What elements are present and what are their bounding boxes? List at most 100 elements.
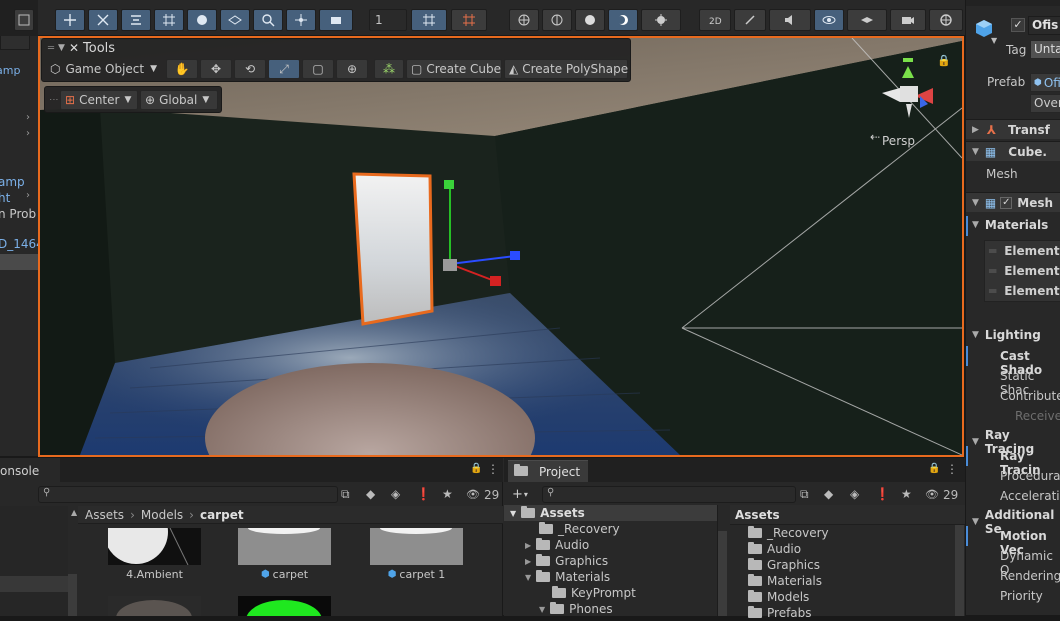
filter-label-icon[interactable]: ◆ [824, 487, 833, 501]
tree-item[interactable]: ▶ Graphics [504, 553, 717, 569]
hierarchy-item[interactable]: ht [0, 191, 10, 205]
grid-tool-icon[interactable] [154, 9, 184, 31]
tag-dropdown[interactable]: Unta [1030, 40, 1060, 59]
transform-header[interactable]: ▶ ⅄ Transf [966, 119, 1060, 139]
list-item[interactable]: Audio [730, 541, 965, 557]
hierarchy-item[interactable]: amp [0, 175, 25, 189]
create-asset-button[interactable]: + ▾ [512, 487, 528, 502]
material-element-row[interactable]: ═ Element [985, 261, 1060, 281]
lock-icon[interactable]: 🔒 [470, 463, 482, 474]
move-tool-icon[interactable] [55, 9, 85, 31]
drag-handle-icon[interactable]: ═ [48, 43, 54, 54]
breadcrumb-current[interactable]: carpet [200, 508, 244, 522]
shaded-icon[interactable] [575, 9, 605, 31]
drag-handle-icon[interactable]: ═ [989, 284, 996, 298]
2d-toggle-icon[interactable]: 2D [699, 9, 731, 31]
asset-thumbnail[interactable] [370, 522, 463, 565]
more-icon[interactable]: ⋮ [946, 462, 958, 476]
list-item[interactable]: _Recovery [730, 525, 965, 541]
favorite-icon[interactable]: ★ [901, 487, 912, 501]
list-item[interactable]: Prefabs [730, 605, 965, 621]
hand-tool-button[interactable]: ✋ [166, 59, 198, 79]
project-tab[interactable]: Project [508, 460, 588, 482]
lighting-toggle-icon[interactable] [734, 9, 766, 31]
visibility-icon[interactable] [814, 9, 844, 31]
tools-header[interactable]: ═ ▼ ✕ Tools [48, 40, 115, 56]
render-mode-icon[interactable] [641, 9, 681, 31]
filter-type-icon[interactable]: ⧉ [800, 487, 809, 502]
object-name-field[interactable]: Ofis [1028, 16, 1060, 35]
lighting-foldout[interactable]: ▼ Lighting [972, 328, 1041, 342]
hierarchy-item[interactable]: D_1464 [0, 237, 38, 251]
filter-label-icon[interactable]: ◆ [366, 487, 375, 501]
custom-tool-button[interactable]: ⁂ [374, 59, 404, 79]
list-item[interactable]: Materials [730, 573, 965, 589]
rect-tool-button[interactable]: ▢ [302, 59, 334, 79]
snap-tool-icon[interactable] [88, 9, 118, 31]
renderer-enabled-checkbox[interactable]: ✓ [1000, 196, 1013, 209]
folder-tree-selection[interactable] [0, 576, 68, 592]
tag-icon[interactable]: ◈ [391, 487, 400, 501]
effects-icon[interactable] [847, 9, 887, 31]
chevron-down-icon[interactable]: ▼ [991, 36, 997, 45]
projection-label[interactable]: Persp [882, 134, 915, 148]
asset-search-input[interactable]: ⚲ [38, 486, 338, 503]
asset-thumbnail[interactable] [104, 500, 201, 566]
search-tool-icon[interactable] [253, 9, 283, 31]
tree-item[interactable]: KeyPrompt [504, 585, 717, 601]
wireframe-icon[interactable] [509, 9, 539, 31]
scene-view[interactable]: 🔒 Persp ⇠ ═ ▼ ✕ Tools ⬡ Game Object ▼ ✋ … [38, 36, 964, 457]
shading-tool-icon[interactable] [187, 9, 217, 31]
create-cube-button[interactable]: ▢ Create Cube [406, 59, 502, 79]
collapse-arrow-icon[interactable]: ▼ [58, 43, 65, 53]
material-element-row[interactable]: ═ Element [985, 281, 1060, 301]
hierarchy-add-icon[interactable] [14, 9, 34, 31]
move-tool-button[interactable]: ✥ [200, 59, 232, 79]
material-element-row[interactable]: ═ Element [985, 241, 1060, 261]
asset-thumbnail[interactable] [238, 522, 331, 565]
warning-icon[interactable]: ❗ [875, 487, 890, 501]
overrides-dropdown[interactable]: Over [1030, 94, 1060, 113]
filter-type-icon[interactable]: ⧉ [341, 487, 350, 502]
gizmos-icon[interactable] [929, 9, 963, 31]
lock-icon[interactable]: 🔒 [928, 463, 940, 474]
layer-field[interactable]: 1 [369, 9, 407, 31]
pivot-mode-dropdown[interactable]: ⊞ Center ▼ [60, 89, 138, 110]
shaded-wireframe-icon[interactable] [542, 9, 572, 31]
meshfilter-header[interactable]: ▼ ▦ Cube. [966, 141, 1060, 161]
scrollbar[interactable] [955, 525, 964, 616]
list-item[interactable]: Models [730, 589, 965, 605]
chevron-right-icon[interactable]: › [26, 190, 30, 201]
tool-context-dropdown[interactable]: ⬡ Game Object ▼ [46, 59, 164, 79]
warning-icon[interactable]: ❗ [416, 487, 431, 501]
tree-item-assets[interactable]: ▼ Assets [504, 505, 717, 521]
asset-thumbnail[interactable] [108, 596, 201, 621]
breadcrumb-item[interactable]: Assets [85, 508, 124, 522]
chevron-right-icon[interactable]: › [26, 112, 30, 123]
materials-foldout[interactable]: ▼ Materials [972, 218, 1048, 232]
tree-item[interactable]: ▼ Materials [504, 569, 717, 585]
more-icon[interactable]: ⋮ [487, 462, 499, 476]
chevron-right-icon[interactable]: › [26, 128, 30, 139]
scrollbar[interactable] [68, 574, 77, 616]
meshrenderer-header[interactable]: ▼ ▦ ✓ Mesh [966, 192, 1060, 212]
list-item[interactable]: Graphics [730, 557, 965, 573]
increment-snap-icon[interactable] [451, 9, 487, 31]
lit-icon[interactable] [608, 9, 638, 31]
hierarchy-item[interactable]: amp [0, 64, 20, 77]
breadcrumb-item[interactable]: Models [141, 508, 183, 522]
tag-icon[interactable]: ◈ [850, 487, 859, 501]
chevron-up-icon[interactable]: ▲ [71, 508, 77, 517]
camera-settings-icon[interactable] [890, 9, 926, 31]
active-checkbox[interactable]: ✓ [1011, 18, 1025, 32]
tree-item[interactable]: ▶ Audio [504, 537, 717, 553]
lock-icon[interactable]: 🔒 [937, 54, 951, 67]
rotate-tool-button[interactable]: ⟲ [234, 59, 266, 79]
pivot-space-dropdown[interactable]: ⊕ Global ▼ [140, 89, 218, 110]
pivot-tool-icon[interactable] [286, 9, 316, 31]
transform-tool-button[interactable]: ⊕ [336, 59, 368, 79]
grid-snap-icon[interactable] [411, 9, 447, 31]
drag-handle-icon[interactable]: ═ [989, 264, 996, 278]
hierarchy-search[interactable] [0, 36, 30, 50]
create-polyshape-button[interactable]: ◭ Create PolyShape [504, 59, 628, 79]
